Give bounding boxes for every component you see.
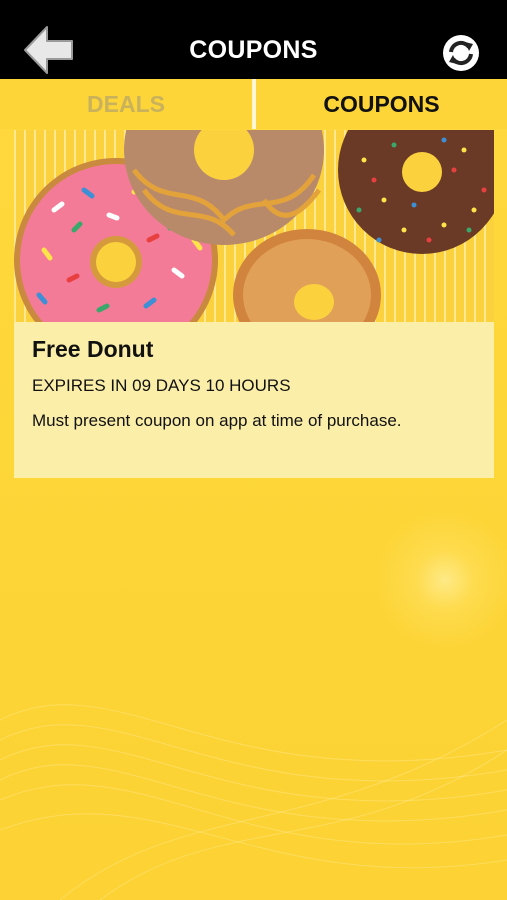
tab-bar: DEALS COUPONS [0, 79, 507, 129]
coupon-card[interactable]: Free Donut EXPIRES IN 09 DAYS 10 HOURS M… [14, 130, 494, 478]
tab-coupons[interactable]: COUPONS [256, 79, 507, 129]
coupon-description: Must present coupon on app at time of pu… [32, 411, 402, 430]
top-app-bar: COUPONS [0, 0, 507, 79]
coupon-expiry: EXPIRES IN 09 DAYS 10 HOURS [32, 376, 291, 395]
refresh-button[interactable] [441, 33, 481, 73]
page-title: COUPONS [189, 36, 318, 64]
coupon-title: Free Donut [32, 336, 154, 362]
coupon-details: Free Donut EXPIRES IN 09 DAYS 10 HOURS M… [14, 322, 494, 478]
donuts-image [14, 130, 494, 322]
wave-pattern [0, 704, 507, 900]
refresh-icon [443, 35, 479, 71]
tab-deals[interactable]: DEALS [0, 79, 252, 129]
